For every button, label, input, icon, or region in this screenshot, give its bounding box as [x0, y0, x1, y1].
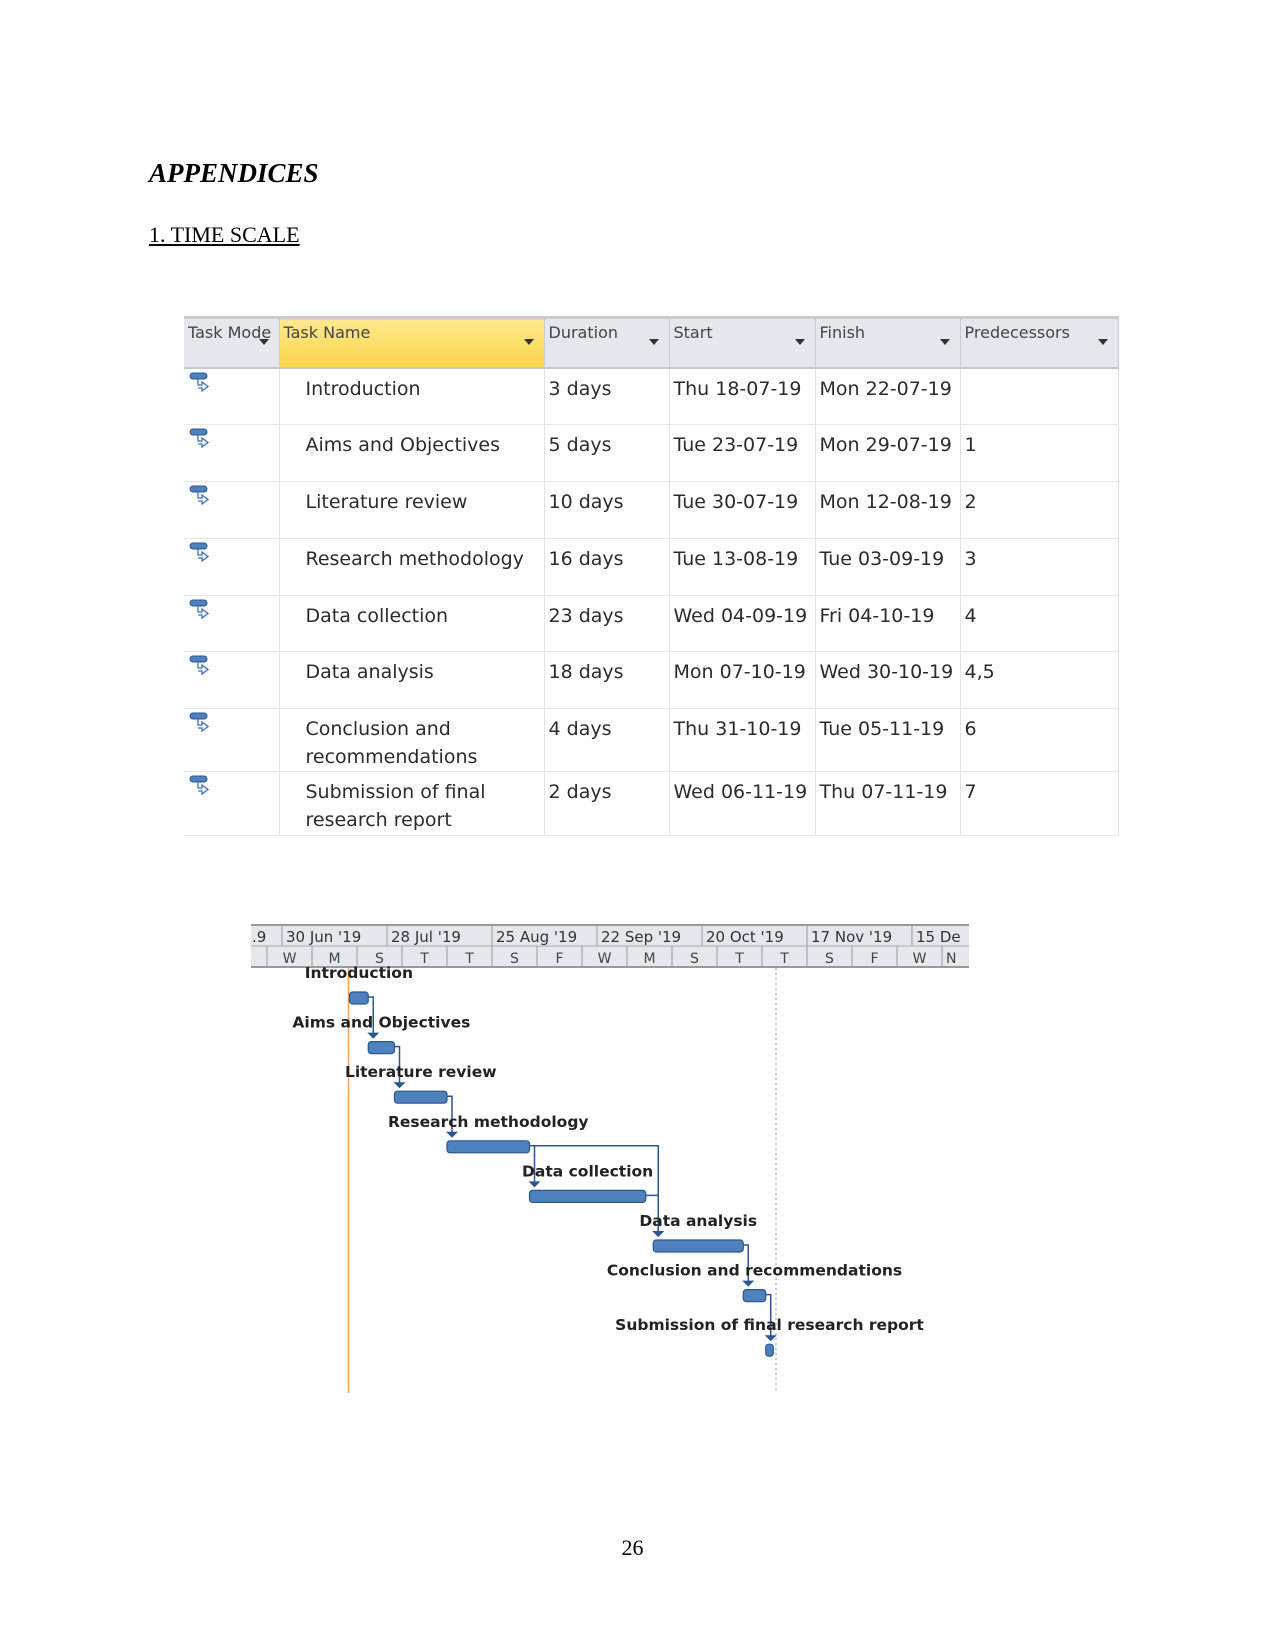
timescale-top-label: .9 — [252, 928, 266, 946]
timescale-bottom-label: S — [510, 951, 519, 967]
page-number: 26 — [621, 1535, 644, 1560]
dependency-arrow-icon — [393, 1082, 406, 1089]
timescale-bottom-label: T — [464, 951, 474, 967]
task-bar — [367, 1040, 396, 1055]
task-bar — [765, 1343, 774, 1357]
task-bar-label: Aims and Objectives — [292, 1014, 470, 1032]
timescale-top-label: 15 De — [916, 928, 961, 946]
task-bar-label: Research methodology — [388, 1113, 589, 1131]
timescale-top-label: 17 Nov '19 — [811, 928, 892, 946]
timescale-bottom-label: T — [779, 951, 789, 967]
task-bar-label: Data analysis — [639, 1212, 757, 1230]
dependency-arrow-icon — [446, 1131, 458, 1138]
timescale-top-label: 20 Oct '19 — [706, 928, 784, 946]
task-bar-label: Literature review — [345, 1063, 497, 1081]
timescale-bottom-label: M — [643, 951, 655, 967]
timescale-bottom-label: T — [734, 951, 744, 967]
timescale-bottom-label: W — [283, 951, 297, 967]
task-bar — [742, 1288, 767, 1303]
task-bar-label: Data collection — [522, 1162, 653, 1180]
timescale-top-label: 25 Aug '19 — [496, 928, 577, 946]
dependency-arrow-icon — [652, 1231, 665, 1237]
timescale-top-label: 30 Jun '19 — [286, 928, 361, 946]
task-bar — [348, 991, 369, 1005]
timescale-bottom-label: S — [825, 951, 834, 967]
dependency-arrow-icon — [367, 1032, 380, 1039]
timescale-bottom-label: W — [598, 951, 612, 967]
dependency-arrow-icon — [742, 1280, 755, 1287]
timescale-bottom-label: W — [913, 951, 927, 967]
task-bar-label: Conclusion and recommendations — [607, 1262, 902, 1280]
timescale-top-label: 22 Sep '19 — [601, 928, 681, 946]
dependency-arrow-icon — [764, 1335, 777, 1342]
gantt-chart: .9 30 Jun '19 28 Jul '19 25 Aug '19 22 Sep '… — [251, 924, 969, 1393]
timescale-bottom-label: N — [946, 951, 956, 967]
timescale-bottom-label: T — [419, 951, 429, 967]
task-bar — [446, 1140, 531, 1154]
dependency-arrow-icon — [528, 1181, 541, 1188]
task-bar — [393, 1090, 448, 1104]
task-bar-label: Submission of final research report — [615, 1316, 924, 1334]
timescale-bottom-label: S — [690, 951, 699, 967]
task-bar — [528, 1189, 647, 1204]
timescale-bottom-label: F — [555, 951, 563, 967]
timescale-top-label: 28 Jul '19 — [391, 928, 461, 946]
timescale-bottom-label: F — [870, 951, 878, 967]
task-bar — [652, 1239, 744, 1253]
task-bar-label: Introduction — [305, 964, 413, 982]
